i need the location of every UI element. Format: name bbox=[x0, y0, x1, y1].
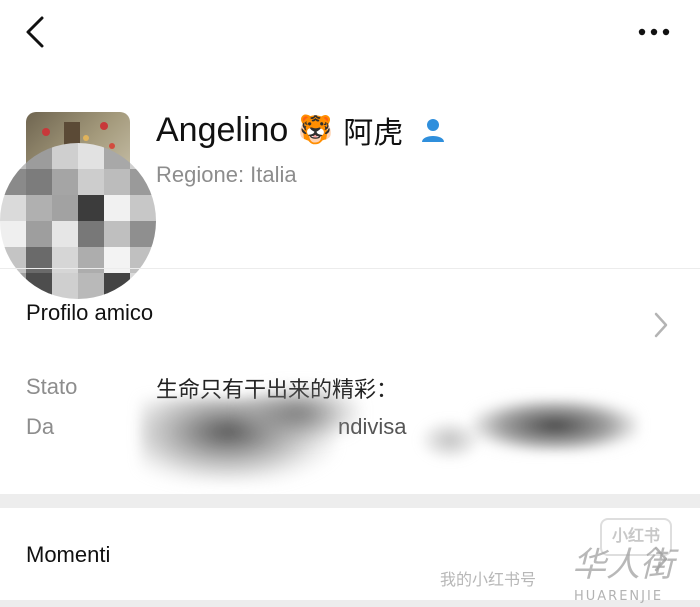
watermark-logo: 华人街 HUARENJIE bbox=[572, 545, 679, 604]
mosaic-tile bbox=[26, 195, 52, 221]
mosaic-tile bbox=[130, 221, 156, 247]
profile-friend-label: Profilo amico bbox=[26, 300, 154, 325]
stato-label: Stato bbox=[26, 374, 78, 399]
redaction-blur bbox=[470, 398, 640, 453]
watermark-text: 我的小红书号 bbox=[440, 572, 537, 589]
chevron-right-icon bbox=[654, 312, 668, 338]
mosaic-tile bbox=[0, 169, 26, 195]
mosaic-tile bbox=[26, 169, 52, 195]
watermark-brand-cn: 华人街 bbox=[572, 545, 679, 585]
redaction-blur bbox=[420, 420, 480, 460]
mosaic-tile bbox=[130, 195, 156, 221]
mosaic-tile bbox=[78, 169, 104, 195]
person-icon bbox=[422, 119, 445, 142]
mosaic-tile bbox=[26, 221, 52, 247]
watermark-brand-en: HUARENJIE bbox=[574, 589, 663, 604]
region-text: Regione: Italia bbox=[156, 162, 297, 187]
divider bbox=[0, 268, 700, 269]
profile-name: Angelino bbox=[156, 110, 289, 149]
tiger-emoji: 🐯 bbox=[298, 114, 334, 145]
mosaic-tile bbox=[0, 221, 26, 247]
mosaic-tile bbox=[52, 221, 78, 247]
mosaic-tile bbox=[52, 195, 78, 221]
mosaic-tile bbox=[78, 195, 104, 221]
mosaic-tile bbox=[104, 221, 130, 247]
more-options-icon[interactable] bbox=[636, 22, 672, 42]
back-icon[interactable] bbox=[22, 14, 52, 50]
mosaic-tile bbox=[130, 143, 156, 169]
mosaic-tile bbox=[104, 195, 130, 221]
mosaic-tile bbox=[78, 143, 104, 169]
mosaic-tile bbox=[0, 195, 26, 221]
top-bar bbox=[0, 0, 700, 64]
mosaic-tile bbox=[78, 221, 104, 247]
mosaic-tile bbox=[130, 169, 156, 195]
section-divider bbox=[0, 494, 700, 508]
da-label: Da bbox=[26, 414, 55, 439]
momenti-label: Momenti bbox=[26, 542, 111, 567]
profile-friend-row[interactable]: Profilo amico bbox=[0, 270, 700, 380]
mosaic-tile bbox=[104, 169, 130, 195]
mosaic-tile bbox=[0, 143, 26, 169]
profile-name-chinese: 阿虎 bbox=[343, 117, 404, 150]
redaction-blur bbox=[240, 385, 360, 440]
mosaic-tile bbox=[52, 143, 78, 169]
mosaic-tile bbox=[52, 169, 78, 195]
profile-name-row: Angelino 🐯 阿虎 bbox=[156, 108, 447, 152]
